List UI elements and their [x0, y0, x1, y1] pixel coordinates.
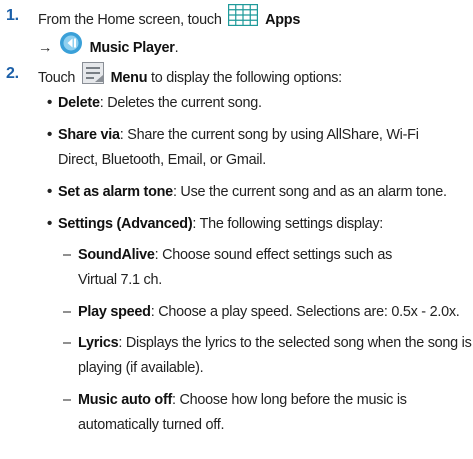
step-text: Touch — [38, 69, 76, 86]
step-text: to display the following options: — [147, 69, 342, 86]
option-desc: : Deletes the current song. — [99, 95, 262, 111]
sub-option-lyrics-cont: playing (if available). — [78, 360, 204, 376]
sub-option-soundalive-cont: Virtual 7.1 ch. — [78, 272, 162, 288]
sub-option-desc: : Choose a play speed. Selections are: 0… — [150, 304, 460, 320]
bullet: • — [47, 126, 53, 143]
bullet: • — [47, 183, 53, 200]
sub-option-term: Play speed — [78, 304, 151, 320]
apps-label: Apps — [265, 11, 301, 28]
sub-option-desc: : Displays the lyrics to the selected so… — [118, 335, 472, 351]
dash: – — [63, 247, 71, 263]
sub-option-desc: : Choose sound effect settings such as — [154, 247, 393, 263]
bullet: • — [47, 215, 53, 232]
sub-option-term: Lyrics — [78, 335, 119, 351]
menu-icon — [81, 62, 104, 90]
music-player-label: Music Player — [89, 39, 175, 56]
option-term: Settings (Advanced) — [58, 216, 193, 232]
step-1-line-2: → Music Player. — [38, 31, 179, 63]
step-text: . — [174, 39, 179, 56]
dash: – — [63, 392, 71, 408]
option-share-via-cont: Direct, Bluetooth, Email, or Gmail. — [58, 152, 266, 168]
sub-option-lyrics: Lyrics: Displays the lyrics to the selec… — [78, 333, 472, 353]
option-desc: : The following settings display: — [192, 216, 384, 232]
sub-option-music-auto-off-cont: automatically turned off. — [78, 417, 225, 433]
instruction-page: 1. From the Home screen, touch Apps → Mu… — [0, 0, 473, 459]
dash: – — [63, 304, 71, 320]
apps-grid-icon — [228, 3, 259, 32]
option-settings: Settings (Advanced): The following setti… — [58, 214, 383, 234]
option-delete: Delete: Deletes the current song. — [58, 93, 262, 113]
bullet: • — [47, 94, 53, 111]
step-1-line-1: From the Home screen, touch Apps — [38, 3, 301, 34]
step-number: 1. — [6, 7, 19, 24]
option-term: Delete — [58, 95, 100, 111]
sub-option-term: Music auto off — [78, 392, 173, 408]
step-number: 2. — [6, 65, 19, 82]
option-desc: : Use the current song and as an alarm t… — [172, 184, 447, 200]
option-share-via: Share via: Share the current song by usi… — [58, 125, 419, 145]
arrow-icon: → — [38, 39, 53, 56]
option-term: Share via — [58, 127, 120, 143]
option-term: Set as alarm tone — [58, 184, 173, 200]
sub-option-desc: : Choose how long before the music is — [172, 392, 407, 408]
music-player-icon — [59, 31, 83, 61]
sub-option-soundalive: SoundAlive: Choose sound effect settings… — [78, 245, 392, 265]
dash: – — [63, 335, 71, 351]
sub-option-play-speed: Play speed: Choose a play speed. Selecti… — [78, 302, 460, 322]
menu-label: Menu — [110, 69, 148, 86]
option-desc: : Share the current song by using AllSha… — [119, 127, 419, 143]
sub-option-music-auto-off: Music auto off: Choose how long before t… — [78, 390, 407, 410]
step-2-line: Touch Menu to display the following opti… — [38, 62, 342, 92]
step-text: From the Home screen, touch — [38, 11, 222, 28]
sub-option-term: SoundAlive — [78, 247, 155, 263]
option-alarm-tone: Set as alarm tone: Use the current song … — [58, 182, 447, 202]
